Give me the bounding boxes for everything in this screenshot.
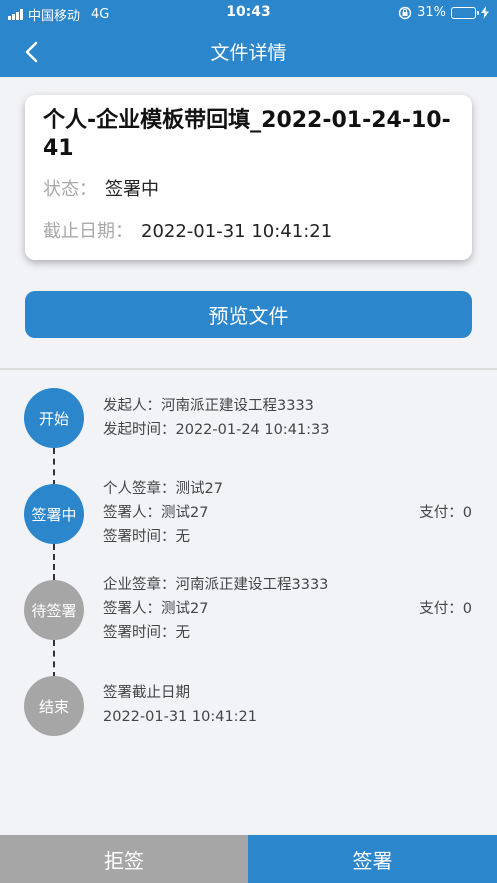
personal-seal-value: 测试27	[175, 481, 223, 497]
initiated-time-value: 2022-01-24 10:41:33	[175, 422, 330, 438]
initiator-label: 发起人：	[103, 398, 161, 414]
deadline-label: 截止日期：	[43, 221, 133, 242]
signing-timeline: 开始 发起人：河南派正建设工程3333 发起时间：2022-01-24 10:4…	[0, 370, 497, 830]
footer-actions: 拒签 签署	[0, 835, 497, 883]
initiator-row: 发起人：河南派正建设工程3333	[103, 394, 330, 418]
timeline-node-end: 结束	[24, 676, 84, 736]
signed-time-label: 签署时间：	[103, 625, 176, 641]
charging-icon	[481, 6, 489, 19]
page-title: 文件详情	[210, 42, 287, 64]
signer-row: 签署人：测试27	[103, 597, 328, 621]
reject-button[interactable]: 拒签	[0, 835, 248, 883]
company-seal-value: 河南派正建设工程3333	[175, 577, 329, 593]
sign-button[interactable]: 签署	[248, 835, 497, 883]
signed-time-row: 签署时间：无	[103, 621, 328, 645]
document-card: 个人-企业模板带回填_2022-01-24-10-41 状态： 签署中 截止日期：…	[25, 95, 472, 260]
end-info: 签署截止日期 2022-01-31 10:41:21	[103, 681, 257, 729]
start-info: 发起人：河南派正建设工程3333 发起时间：2022-01-24 10:41:3…	[103, 394, 330, 442]
payment-status: 支付：0	[419, 501, 472, 525]
status-label: 状态：	[43, 179, 97, 200]
signer-label: 签署人：	[103, 601, 161, 617]
nav-bar: 文件详情	[0, 26, 497, 77]
payment-status: 支付：0	[419, 597, 472, 621]
signer-label: 签署人：	[103, 505, 161, 521]
pending-info: 企业签章：河南派正建设工程3333 签署人：测试27 签署时间：无	[103, 573, 328, 645]
timeline-connector	[53, 448, 55, 486]
preview-file-button[interactable]: 预览文件	[25, 291, 472, 338]
company-seal-label: 企业签章：	[103, 577, 176, 593]
document-status-row: 状态： 签署中	[43, 175, 159, 201]
personal-seal-row: 个人签章：测试27	[103, 477, 223, 501]
initiated-time-row: 发起时间：2022-01-24 10:41:33	[103, 418, 330, 442]
signed-time-value: 无	[175, 625, 191, 641]
rotation-lock-icon	[398, 6, 412, 19]
app-header: 中国移动 4G 10:43 31% 文件详情	[0, 0, 497, 77]
signing-info: 个人签章：测试27 签署人：测试27 签署时间：无	[103, 477, 223, 549]
document-deadline-row: 截止日期： 2022-01-31 10:41:21	[43, 217, 332, 243]
signer-row: 签署人：测试27	[103, 501, 223, 525]
personal-seal-label: 个人签章：	[103, 481, 176, 497]
signed-time-label: 签署时间：	[103, 529, 176, 545]
payment-value: 0	[462, 601, 472, 617]
battery-percent: 31%	[417, 5, 446, 20]
sign-deadline-label: 签署截止日期	[103, 685, 190, 701]
deadline-value: 2022-01-31 10:41:21	[141, 221, 333, 242]
status-bar: 中国移动 4G 10:43 31%	[0, 0, 497, 26]
payment-label: 支付：	[419, 505, 463, 521]
timeline-connector	[53, 544, 55, 580]
signed-time-row: 签署时间：无	[103, 525, 223, 549]
timeline-node-start: 开始	[24, 388, 84, 448]
signer-value: 测试27	[161, 505, 209, 521]
status-bar-right: 31%	[398, 5, 489, 20]
initiated-time-label: 发起时间：	[103, 422, 176, 438]
payment-label: 支付：	[419, 601, 463, 617]
signer-value: 测试27	[161, 601, 209, 617]
battery-icon	[451, 6, 479, 19]
company-seal-row: 企业签章：河南派正建设工程3333	[103, 573, 328, 597]
timeline-node-pending: 待签署	[24, 580, 84, 640]
sign-deadline-value: 2022-01-31 10:41:21	[103, 709, 257, 725]
timeline-node-signing: 签署中	[24, 484, 84, 544]
signed-time-value: 无	[175, 529, 191, 545]
document-title: 个人-企业模板带回填_2022-01-24-10-41	[43, 108, 451, 161]
status-value: 签署中	[105, 179, 159, 200]
initiator-value: 河南派正建设工程3333	[161, 398, 314, 414]
timeline-connector	[53, 640, 55, 678]
payment-value: 0	[462, 505, 472, 521]
